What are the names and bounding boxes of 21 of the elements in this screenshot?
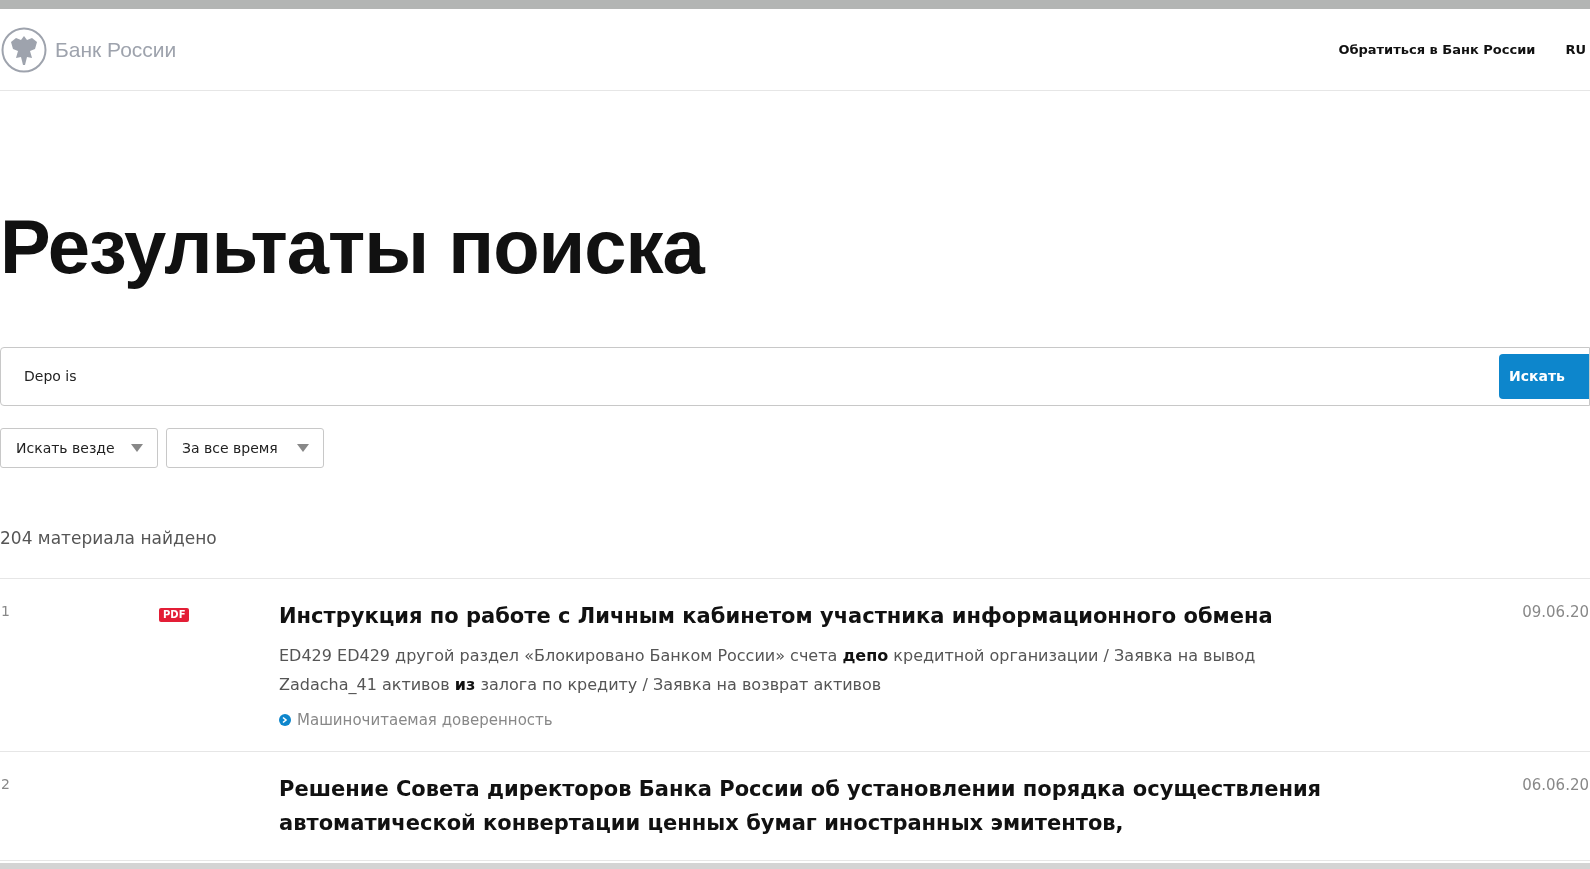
related-link[interactable]: Машиночитаемая доверенность [297, 708, 553, 731]
search-field[interactable]: Depo is Искать [0, 347, 1590, 406]
result-number: 1 [1, 601, 11, 621]
file-type-badge: PDF [159, 607, 190, 622]
nav-link[interactable]: RU [1565, 39, 1586, 60]
search-button[interactable]: Искать [1499, 354, 1589, 399]
result-title[interactable]: Инструкция по работе с Личным кабинетом участника информационного обмена [279, 598, 1359, 633]
result-number: 2 [1, 775, 11, 794]
result-snippet: ED429 ED429 другой раздел «Блокировано Банком России» счета депо кредитной организации / Заявка на вывод Zadacha_41 активов из залога по кредиту / Заявка на возврат активов [279, 644, 1257, 696]
result-date: 06.06.20 [1522, 775, 1590, 796]
nav-link[interactable]: Обратиться в Банк России [1338, 39, 1536, 60]
result-date: 09.06.20 [1522, 601, 1590, 623]
caret-icon [297, 444, 309, 452]
result-count: 204 материала найдено [0, 527, 218, 550]
filter-dropdown[interactable]: Искать везде [0, 428, 158, 468]
result-title[interactable]: Решение Совета директоров Банка России об установлении порядка осуществления автоматической конвертации ценных бумаг иностранных эмитентов, [279, 772, 1359, 840]
caret-icon [131, 444, 143, 452]
arrow-circle-icon [279, 713, 291, 726]
filter-dropdown[interactable]: За все время [166, 428, 324, 468]
search-value: Depo is [24, 367, 77, 386]
emblem-logo-icon [1, 26, 47, 73]
